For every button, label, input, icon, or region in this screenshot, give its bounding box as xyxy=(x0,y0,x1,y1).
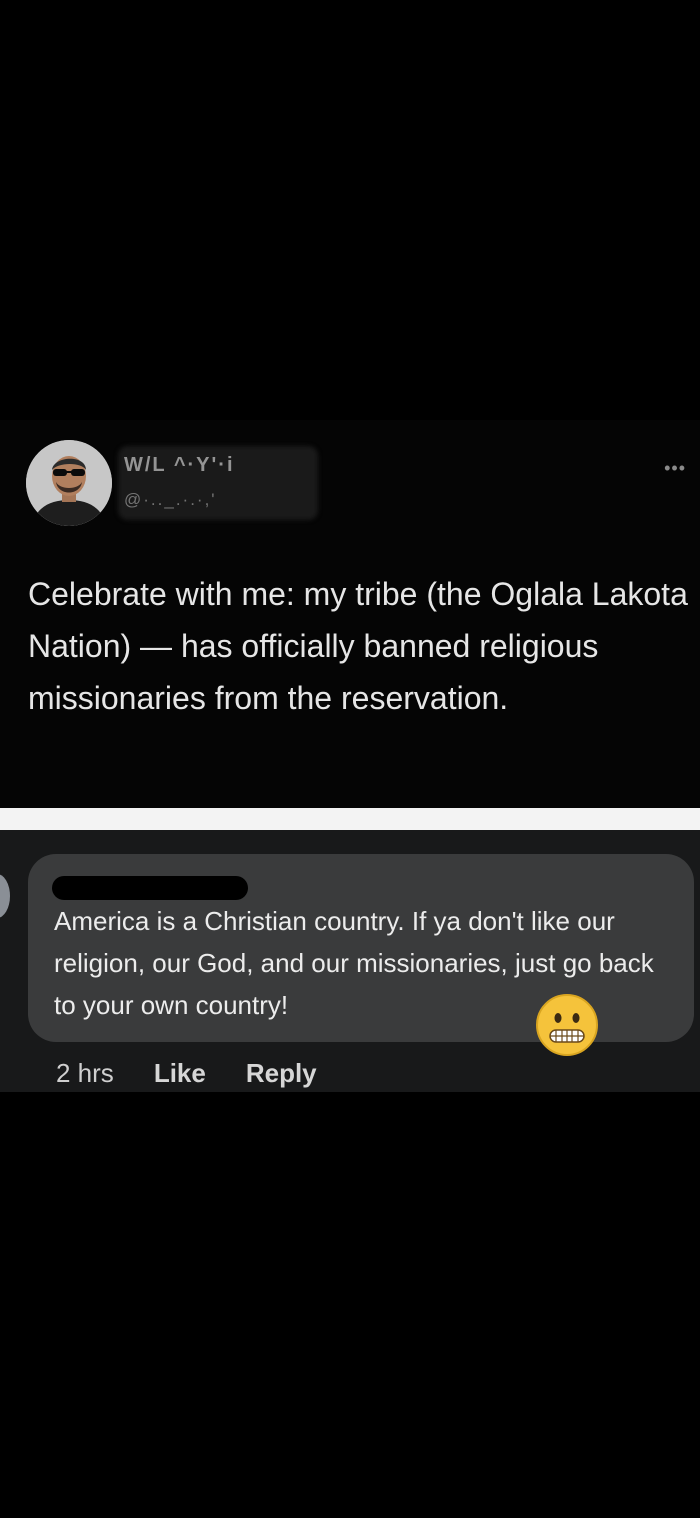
user-handle[interactable]: @·.._.·.·,' xyxy=(124,490,304,512)
divider xyxy=(0,808,700,830)
tweet-card: W/L ^·Y'·i @·.._.·.·,' ••• Celebrate wit… xyxy=(0,420,700,808)
comment-bubble: America is a Christian country. If ya do… xyxy=(28,854,694,1056)
avatar[interactable] xyxy=(26,440,112,526)
comment-section: America is a Christian country. If ya do… xyxy=(0,830,700,1092)
user-identity: W/L ^·Y'·i @·.._.·.·,' xyxy=(118,446,324,520)
comment-timestamp[interactable]: 2 hrs xyxy=(56,1058,114,1089)
screenshot-frame: W/L ^·Y'·i @·.._.·.·,' ••• Celebrate wit… xyxy=(0,0,700,1518)
like-button[interactable]: Like xyxy=(154,1058,206,1089)
grimacing-face-icon xyxy=(536,994,598,1056)
comment-actions: 2 hrs Like Reply xyxy=(56,1056,317,1090)
commenter-avatar[interactable] xyxy=(0,874,10,918)
tweet-text: Celebrate with me: my tribe (the Oglala … xyxy=(28,576,688,716)
reply-button[interactable]: Reply xyxy=(246,1058,317,1089)
commenter-name-redacted[interactable] xyxy=(52,876,248,900)
more-options-icon[interactable]: ••• xyxy=(664,458,686,479)
display-name[interactable]: W/L ^·Y'·i xyxy=(124,454,284,478)
person-avatar-icon xyxy=(26,440,112,526)
